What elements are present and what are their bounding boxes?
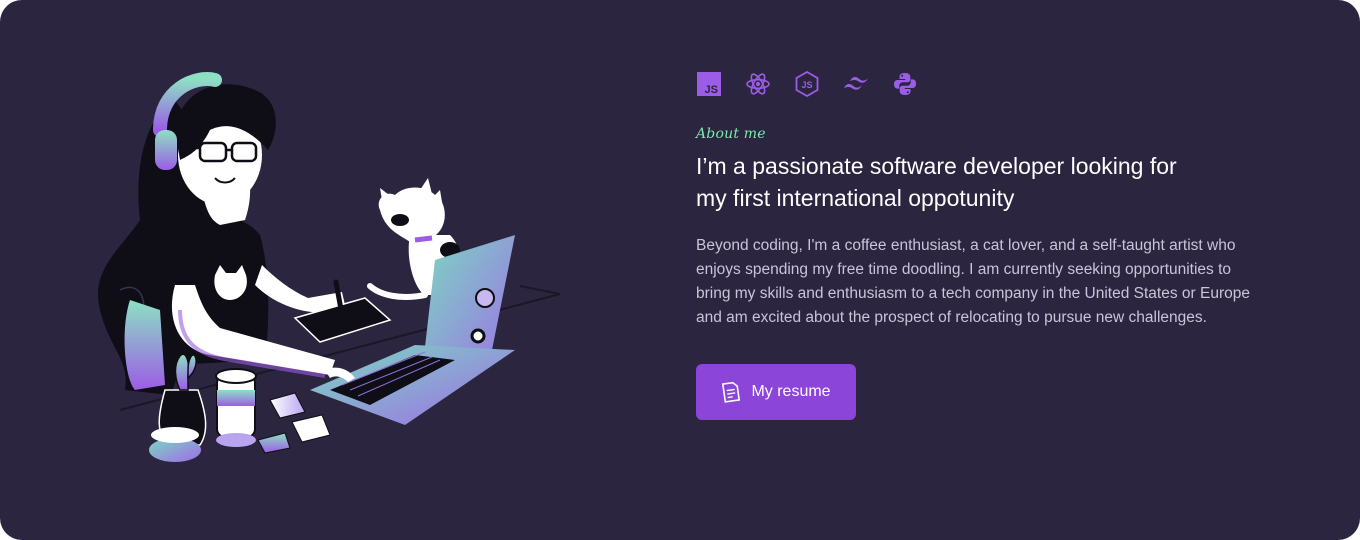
nodejs-icon: JS — [794, 71, 820, 97]
nodejs-icon-label: JS — [801, 80, 812, 90]
about-headline: I’m a passionate software developer look… — [696, 150, 1236, 214]
bio-line: and am excited about the prospect of rel… — [696, 309, 1207, 326]
about-section: JS JS About me I’m a passionate software… — [0, 0, 1360, 540]
python-icon — [892, 71, 918, 97]
resume-button-label: My resume — [751, 383, 831, 400]
tailwind-icon — [843, 71, 869, 97]
javascript-icon: JS — [696, 71, 722, 97]
headline-line-1: I’m a passionate software developer look… — [696, 153, 1177, 179]
document-icon — [721, 381, 741, 403]
bio-line: enjoys spending my free time doodling. I… — [696, 261, 1232, 278]
javascript-icon-label: JS — [705, 84, 718, 96]
tech-stack-icons: JS JS — [696, 70, 1296, 98]
bio-line: bring my skills and enthusiasm to a tech… — [696, 285, 1250, 302]
resume-button[interactable]: My resume — [696, 364, 856, 420]
about-content: JS JS About me I’m a passionate software… — [696, 70, 1296, 420]
react-icon — [745, 71, 771, 97]
section-eyebrow: About me — [696, 126, 766, 142]
bio-line: Beyond coding, I'm a coffee enthusiast, … — [696, 237, 1236, 254]
developer-illustration — [98, 72, 561, 462]
about-bio: Beyond coding, I'm a coffee enthusiast, … — [696, 234, 1276, 330]
headline-line-2: my first international oppotunity — [696, 185, 1015, 211]
